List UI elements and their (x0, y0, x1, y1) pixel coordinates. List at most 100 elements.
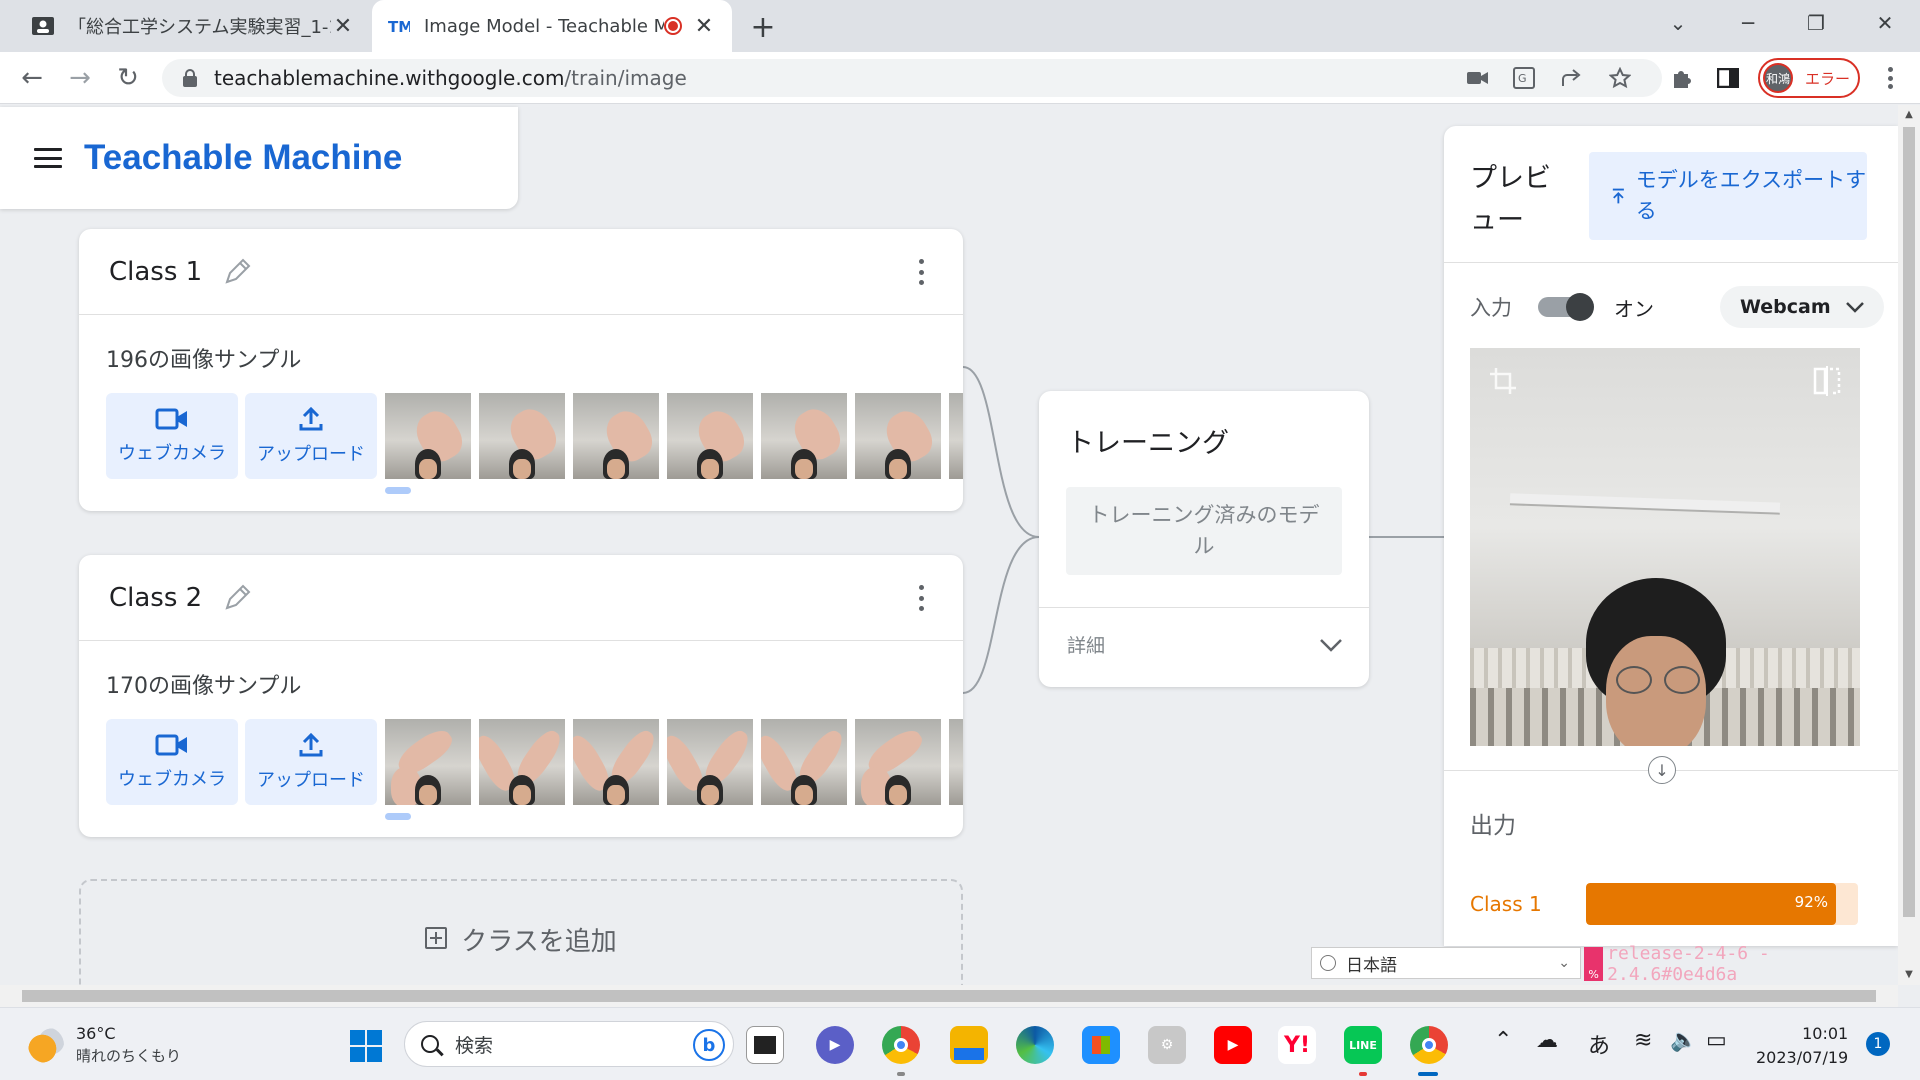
advanced-details-toggle[interactable]: 詳細 (1067, 631, 1343, 658)
battery-icon[interactable]: ▭ (1706, 1028, 1727, 1053)
address-bar[interactable]: teachablemachine.withgoogle.com/train/im… (162, 59, 1662, 97)
sample-thumbnail[interactable] (479, 393, 565, 479)
bookmark-star-icon[interactable] (1602, 60, 1638, 96)
taskbar-search[interactable]: 検索 b (404, 1021, 734, 1067)
class-options-icon[interactable] (917, 585, 925, 611)
translate-icon[interactable]: G (1506, 60, 1542, 96)
sample-thumbnails (385, 719, 963, 805)
onedrive-cloud-icon[interactable]: ☁ (1536, 1028, 1558, 1053)
line-icon[interactable]: LINE (1344, 1026, 1382, 1064)
svg-text:TM: TM (388, 18, 410, 35)
task-view-icon[interactable] (746, 1026, 784, 1064)
flip-camera-icon[interactable] (1812, 366, 1842, 396)
input-toggle[interactable] (1538, 293, 1594, 321)
show-hidden-icons-icon[interactable]: ⌃ (1494, 1028, 1512, 1053)
sample-thumbnail[interactable] (573, 719, 659, 805)
bing-icon[interactable]: b (693, 1029, 725, 1061)
sample-thumbnail[interactable] (761, 719, 847, 805)
system-app-icon[interactable]: ⚙ (1148, 1026, 1186, 1064)
windows-start-icon[interactable] (350, 1030, 382, 1062)
browser-toolbar: ← → ↻ teachablemachine.withgoogle.com/tr… (0, 52, 1920, 104)
edge-icon[interactable] (1016, 1026, 1054, 1064)
webcam-button[interactable]: ウェブカメラ (106, 393, 238, 479)
back-button[interactable]: ← (14, 60, 50, 96)
weather-description: 晴れのちくもり (76, 1047, 182, 1065)
share-icon[interactable] (1554, 60, 1590, 96)
output-class-name: Class 1 (1470, 892, 1542, 916)
scroll-up-arrow-icon[interactable]: ▲ (1903, 109, 1915, 121)
thumbnail-scroll-indicator[interactable] (385, 813, 411, 820)
class-card: Class 1 196の画像サンプル ウェブカメラ アップロード (79, 229, 963, 511)
upload-icon (299, 406, 323, 431)
sample-thumbnail[interactable] (385, 719, 471, 805)
close-window-button[interactable]: ✕ (1855, 0, 1915, 46)
sample-thumbnail[interactable] (667, 719, 753, 805)
edit-pencil-icon[interactable] (222, 583, 252, 613)
sample-thumbnail[interactable] (573, 393, 659, 479)
new-tab-button[interactable]: + (746, 10, 780, 45)
train-model-button[interactable]: トレーニング済みのモデル (1066, 487, 1342, 575)
sample-thumbnail[interactable] (855, 393, 941, 479)
close-tab-icon[interactable]: ✕ (331, 14, 355, 39)
camera-in-use-icon[interactable] (1460, 60, 1496, 96)
menu-icon[interactable] (34, 148, 62, 168)
minimize-button[interactable]: ─ (1718, 0, 1778, 46)
scroll-down-arrow-icon[interactable]: ▼ (1903, 969, 1915, 981)
close-tab-icon[interactable]: ✕ (692, 14, 716, 39)
webcam-preview (1470, 348, 1860, 746)
youtube-icon[interactable]: ▶ (1214, 1026, 1252, 1064)
class-options-icon[interactable] (917, 259, 925, 285)
sample-thumbnail[interactable] (855, 719, 941, 805)
notification-badge[interactable]: 1 (1866, 1032, 1890, 1056)
yahoo-japan-icon[interactable]: Y! (1278, 1026, 1316, 1064)
browser-tab[interactable]: 「総合工学システム実験実習_1-1a_ ✕ (16, 0, 371, 52)
browser-tab-active[interactable]: TM Image Model - Teachable Ma ✕ (372, 0, 732, 52)
profile-button[interactable]: 和鴻 エラー (1758, 58, 1860, 98)
app-logo-text[interactable]: Teachable Machine (84, 138, 402, 178)
extensions-puzzle-icon[interactable] (1664, 60, 1700, 96)
input-source-select[interactable]: Webcam (1720, 286, 1884, 328)
thumbnail-scroll-indicator[interactable] (385, 487, 411, 494)
class-name[interactable]: Class 1 (109, 257, 202, 287)
time: 10:01 (1802, 1024, 1849, 1043)
sample-thumbnail[interactable] (667, 393, 753, 479)
training-title: トレーニング (1067, 428, 1229, 459)
file-explorer-icon[interactable] (950, 1026, 988, 1064)
temperature: 36°C (76, 1024, 116, 1043)
language-select[interactable]: 日本語 ⌄ (1311, 947, 1581, 979)
export-model-button[interactable]: モデルをエクスポートする (1589, 152, 1867, 240)
ime-indicator[interactable]: あ (1588, 1028, 1610, 1060)
class-name[interactable]: Class 2 (109, 583, 202, 613)
wifi-icon[interactable]: ≋ (1634, 1028, 1652, 1053)
upload-button[interactable]: アップロード (245, 719, 377, 805)
chrome-profile-icon[interactable] (882, 1026, 920, 1064)
edit-pencil-icon[interactable] (222, 257, 252, 287)
tab-title: 「総合工学システム実験実習_1-1a_ (68, 17, 331, 38)
chrome-menu-icon[interactable] (1878, 66, 1902, 90)
restore-button[interactable]: ❐ (1786, 0, 1846, 46)
sample-thumbnail[interactable] (949, 719, 963, 805)
sample-thumbnail[interactable] (385, 393, 471, 479)
microsoft-store-icon[interactable] (1082, 1026, 1120, 1064)
teams-chat-icon[interactable]: ▶ (816, 1026, 854, 1064)
weather-widget[interactable]: 36°C 晴れのちくもり (28, 1024, 181, 1066)
reload-button[interactable]: ↻ (110, 60, 146, 96)
scrollbar-thumb[interactable] (1903, 127, 1915, 917)
side-panel-icon[interactable] (1710, 60, 1746, 96)
vertical-scrollbar[interactable]: ▲ ▼ (1898, 105, 1920, 985)
sample-thumbnail[interactable] (949, 393, 963, 479)
forward-button[interactable]: → (62, 60, 98, 96)
sample-thumbnail[interactable] (761, 393, 847, 479)
chrome-icon[interactable] (1410, 1026, 1448, 1064)
class-header: Class 1 (79, 229, 963, 315)
tab-search-icon[interactable]: ⌄ (1648, 0, 1708, 46)
scrollbar-thumb[interactable] (22, 990, 1876, 1002)
sample-thumbnail[interactable] (479, 719, 565, 805)
upload-button[interactable]: アップロード (245, 393, 377, 479)
volume-icon[interactable]: 🔈 (1670, 1028, 1697, 1053)
system-clock[interactable]: 10:01 2023/07/19 (1756, 1022, 1848, 1070)
webcam-button[interactable]: ウェブカメラ (106, 719, 238, 805)
horizontal-scrollbar[interactable] (0, 985, 1898, 1007)
crop-icon[interactable] (1488, 366, 1518, 396)
add-class-button[interactable]: クラスを追加 (79, 879, 963, 985)
